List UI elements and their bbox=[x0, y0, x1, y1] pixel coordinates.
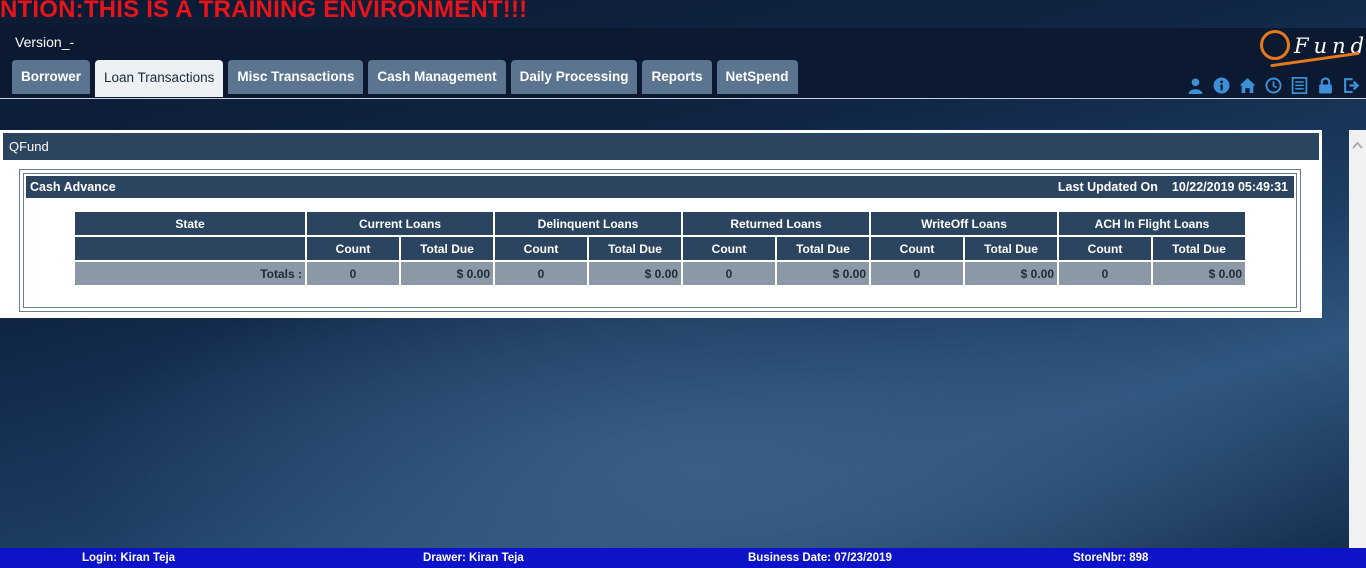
tab-misc-transactions[interactable]: Misc Transactions bbox=[228, 60, 364, 94]
count-header: Count bbox=[683, 237, 775, 260]
total-due-header: Total Due bbox=[1153, 237, 1245, 260]
total-due-header: Total Due bbox=[777, 237, 869, 260]
current-loans-total-due: $ 0.00 bbox=[401, 262, 493, 285]
count-header: Count bbox=[871, 237, 963, 260]
login-info: Login: Kiran Teja bbox=[82, 552, 176, 564]
returned-loans-total-due: $ 0.00 bbox=[777, 262, 869, 285]
logo-q-mark bbox=[1260, 30, 1290, 60]
panel-title: QFund bbox=[3, 133, 1319, 160]
info-icon[interactable] bbox=[1212, 76, 1230, 94]
count-header: Count bbox=[495, 237, 587, 260]
clock-icon[interactable] bbox=[1264, 76, 1282, 94]
ach-in-flight-total-due: $ 0.00 bbox=[1153, 262, 1245, 285]
delinquent-loans-count: 0 bbox=[495, 262, 587, 285]
training-banner: NTION:THIS IS A TRAINING ENVIRONMENT!!! bbox=[0, 0, 528, 23]
tab-daily-processing[interactable]: Daily Processing bbox=[510, 60, 638, 94]
logout-icon[interactable] bbox=[1342, 76, 1360, 94]
ach-in-flight-count: 0 bbox=[1059, 262, 1151, 285]
dashboard-panel: QFund Cash Advance Last Updated On 10/22/… bbox=[0, 130, 1322, 318]
last-updated: Last Updated On 10/22/2019 05:49:31 bbox=[1058, 176, 1288, 198]
business-date: Business Date: 07/23/2019 bbox=[748, 552, 892, 564]
lock-icon[interactable] bbox=[1316, 76, 1334, 94]
writeoff-loans-total-due: $ 0.00 bbox=[965, 262, 1057, 285]
section-frame: Cash Advance Last Updated On 10/22/2019 0… bbox=[23, 173, 1297, 308]
count-header: Count bbox=[307, 237, 399, 260]
last-updated-label: Last Updated On bbox=[1057, 180, 1158, 194]
totals-row: Totals : 0 $ 0.00 0 $ 0.00 0 $ 0.00 0 $ … bbox=[75, 262, 1245, 285]
tab-reports[interactable]: Reports bbox=[642, 60, 712, 94]
section-title: Cash Advance bbox=[30, 180, 116, 194]
table-sub-header-row: Count Total Due Count Total Due Count To… bbox=[75, 237, 1245, 260]
current-loans-count: 0 bbox=[307, 262, 399, 285]
group-header: WriteOff Loans bbox=[871, 212, 1057, 235]
status-bar: Login: Kiran Teja Drawer: Kiran Teja Bus… bbox=[0, 548, 1366, 568]
returned-loans-count: 0 bbox=[683, 262, 775, 285]
total-due-header: Total Due bbox=[401, 237, 493, 260]
version-label: Version_- bbox=[15, 34, 75, 50]
tab-netspend[interactable]: NetSpend bbox=[716, 60, 798, 94]
count-header: Count bbox=[1059, 237, 1151, 260]
delinquent-loans-total-due: $ 0.00 bbox=[589, 262, 681, 285]
qfund-logo: Fund bbox=[1258, 30, 1364, 70]
vertical-scrollbar[interactable] bbox=[1349, 130, 1366, 548]
group-header: Current Loans bbox=[307, 212, 493, 235]
store-number: StoreNbr: 898 bbox=[1073, 552, 1149, 564]
group-header: ACH In Flight Loans bbox=[1059, 212, 1245, 235]
state-header: State bbox=[75, 212, 305, 235]
loan-summary-table: State Current Loans Delinquent Loans Ret… bbox=[73, 210, 1247, 287]
table-group-header-row: State Current Loans Delinquent Loans Ret… bbox=[75, 212, 1245, 235]
writeoff-loans-count: 0 bbox=[871, 262, 963, 285]
group-header: Returned Loans bbox=[683, 212, 869, 235]
app-header: Version_- Borrower Loan Transactions Mis… bbox=[0, 28, 1366, 99]
home-icon[interactable] bbox=[1238, 76, 1256, 94]
group-header: Delinquent Loans bbox=[495, 212, 681, 235]
totals-label: Totals : bbox=[75, 262, 305, 285]
scroll-up-arrow-icon[interactable] bbox=[1352, 140, 1363, 151]
section-header: Cash Advance Last Updated On 10/22/2019 0… bbox=[26, 176, 1294, 198]
state-subheader-blank bbox=[75, 237, 305, 260]
tab-loan-transactions[interactable]: Loan Transactions bbox=[95, 60, 224, 97]
user-icon[interactable] bbox=[1186, 76, 1204, 94]
total-due-header: Total Due bbox=[965, 237, 1057, 260]
list-icon[interactable] bbox=[1290, 76, 1308, 94]
main-tabs: Borrower Loan Transactions Misc Transact… bbox=[12, 60, 798, 97]
toolbar-icons bbox=[1186, 76, 1360, 94]
total-due-header: Total Due bbox=[589, 237, 681, 260]
tab-cash-management[interactable]: Cash Management bbox=[368, 60, 506, 94]
drawer-info: Drawer: Kiran Teja bbox=[423, 552, 524, 564]
last-updated-value: 10/22/2019 05:49:31 bbox=[1171, 180, 1288, 194]
tab-borrower[interactable]: Borrower bbox=[12, 60, 91, 94]
cash-advance-section: Cash Advance Last Updated On 10/22/2019 0… bbox=[19, 169, 1301, 312]
